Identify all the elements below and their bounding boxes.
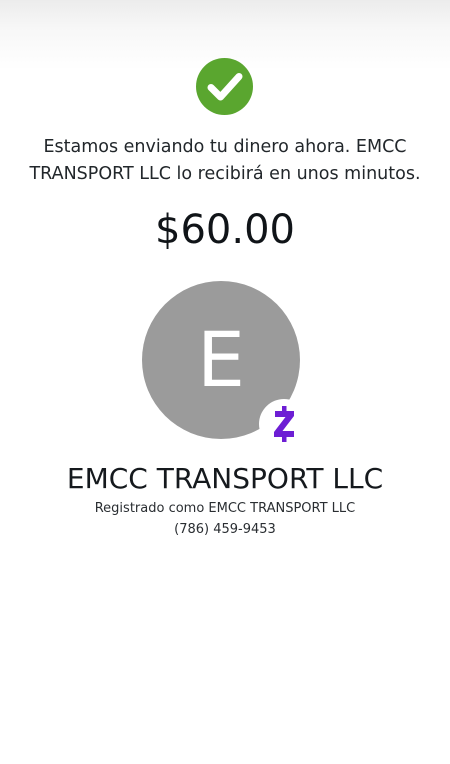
success-check-icon — [196, 58, 253, 115]
payment-amount: $60.00 — [155, 207, 295, 253]
confirmation-message-line-2: TRANSPORT LLC lo recibirá en unos minuto… — [29, 164, 421, 184]
recipient-name: EMCC TRANSPORT LLC — [66, 462, 384, 495]
confirmation-message: Estamos enviando tu dinero ahora. EMCC T… — [10, 134, 440, 188]
recipient-phone: (786) 459-9453 — [174, 522, 276, 537]
zelle-icon — [259, 399, 309, 449]
registered-as-text: Registrado como EMCC TRANSPORT LLC — [94, 501, 356, 516]
confirmation-message-line-1: Estamos enviando tu dinero ahora. EMCC — [43, 137, 407, 157]
